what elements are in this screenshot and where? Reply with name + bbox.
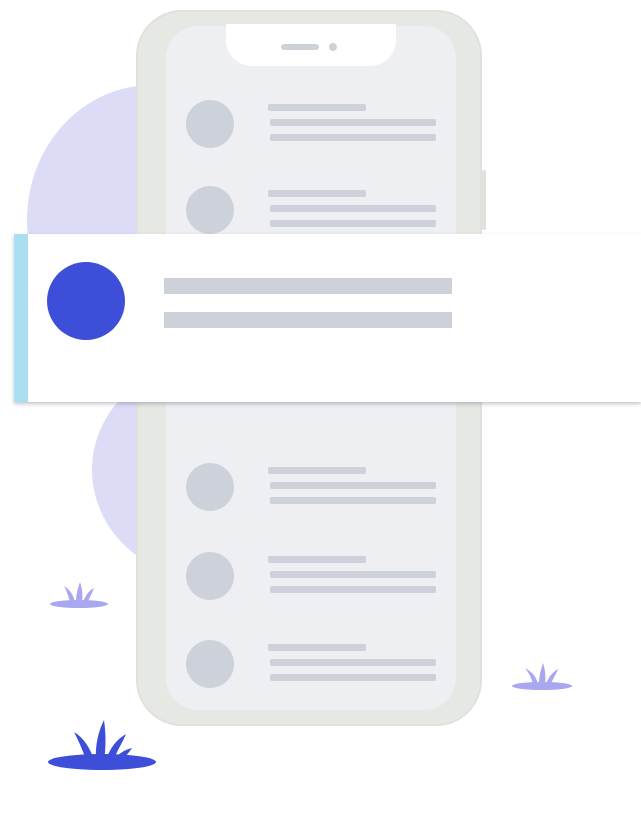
illustration-canvas: { "illustration": { "subject": "phone-me… [0, 0, 641, 813]
text-placeholder [270, 134, 436, 141]
text-placeholder [270, 571, 436, 578]
phone-side-button [482, 170, 486, 230]
plant-light-right-icon [512, 663, 572, 690]
text-placeholder [270, 220, 436, 227]
text-placeholder [268, 644, 366, 651]
avatar-placeholder-icon [186, 463, 234, 511]
avatar-placeholder-icon [186, 552, 234, 600]
list-item[interactable] [186, 182, 436, 238]
card-text-placeholder [164, 278, 452, 294]
card-text-placeholder [164, 312, 452, 328]
text-placeholder [270, 205, 436, 212]
plant-light-left-icon [50, 582, 108, 608]
text-placeholder [268, 556, 366, 563]
highlighted-list-card[interactable] [14, 234, 641, 402]
avatar-placeholder-icon [186, 186, 234, 234]
text-placeholder [268, 467, 366, 474]
text-placeholder [270, 482, 436, 489]
text-placeholder [270, 659, 436, 666]
camera-icon [329, 43, 337, 51]
phone-notch [226, 24, 396, 66]
avatar-placeholder-icon [186, 640, 234, 688]
list-item[interactable] [186, 548, 436, 604]
text-placeholder [270, 674, 436, 681]
text-placeholder [270, 119, 436, 126]
speaker-icon [281, 44, 319, 50]
plant-dark-icon [48, 720, 156, 770]
text-placeholder [270, 497, 436, 504]
avatar-placeholder-icon [186, 100, 234, 148]
text-placeholder [270, 586, 436, 593]
text-placeholder [268, 190, 366, 197]
list-item[interactable] [186, 636, 436, 692]
contact-avatar-icon [47, 262, 125, 340]
text-placeholder [268, 104, 366, 111]
list-item[interactable] [186, 96, 436, 152]
list-item[interactable] [186, 459, 436, 515]
